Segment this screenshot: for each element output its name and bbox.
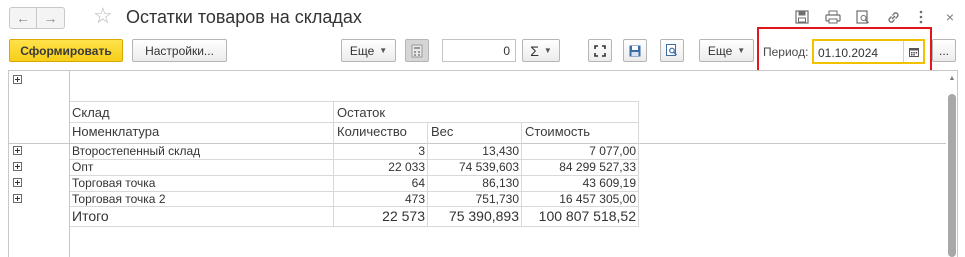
row-cost: 7 077,00 — [589, 144, 636, 158]
calendar-icon — [908, 47, 919, 57]
scroll-up-icon[interactable]: ▲ — [946, 72, 958, 84]
row-name: Второстепенный склад — [72, 144, 201, 158]
forward-button[interactable]: → — [37, 7, 65, 29]
header-qty: Количество — [337, 124, 407, 139]
caret-down-icon: ▼ — [737, 46, 746, 55]
row-name: Торговая точка 2 — [72, 192, 166, 206]
row-cost: 84 299 527,33 — [559, 160, 636, 174]
close-icon[interactable]: × — [943, 8, 957, 26]
settings-button[interactable]: Настройки... — [132, 39, 227, 62]
more-label: Еще — [707, 43, 733, 58]
grid-line — [70, 122, 639, 123]
report-area: Склад Остаток Номенклатура Количество Ве… — [8, 70, 958, 257]
row-qty: 22 033 — [388, 160, 425, 174]
header-weight: Вес — [431, 124, 454, 139]
calendar-button[interactable] — [903, 41, 923, 62]
arrow-right-icon: → — [43, 10, 58, 26]
row-weight: 74 539,603 — [458, 160, 519, 174]
header-item: Номенклатура — [72, 124, 160, 139]
sum-button[interactable]: Σ ▼ — [522, 39, 560, 62]
total-label: Итого — [72, 208, 109, 224]
amount-field[interactable]: 0 — [442, 39, 516, 62]
header-warehouse: Склад — [72, 105, 110, 120]
period-label: Период: — [763, 45, 809, 59]
header-balance: Остаток — [337, 105, 386, 120]
row-expand-icon[interactable] — [13, 178, 22, 187]
print-icon[interactable] — [823, 8, 843, 26]
sigma-icon: Σ — [530, 42, 539, 59]
more-button-2[interactable]: Еще ▼ — [699, 39, 754, 62]
link-icon[interactable] — [884, 8, 902, 26]
row-expand-icon[interactable] — [13, 146, 22, 155]
row-weight: 751,730 — [475, 192, 519, 206]
period-date-field[interactable]: 01.10.2024 — [812, 39, 925, 64]
grid-line — [70, 206, 639, 207]
arrow-left-icon: ← — [16, 10, 30, 26]
expand-icon — [594, 44, 606, 57]
generate-button[interactable]: Сформировать — [9, 39, 123, 62]
print-preview-icon — [666, 44, 678, 56]
grid-line — [427, 122, 428, 226]
grid-line — [70, 101, 639, 102]
grid-line — [521, 122, 522, 226]
preview-icon[interactable] — [854, 8, 872, 26]
calculator-icon — [411, 44, 423, 57]
row-cost: 16 457 305,00 — [559, 192, 636, 206]
save-report-button[interactable] — [623, 39, 647, 62]
row-qty: 473 — [404, 192, 425, 206]
row-weight: 86,130 — [482, 176, 519, 190]
more-label: Еще — [349, 43, 375, 58]
caret-down-icon: ▼ — [379, 46, 388, 55]
calculator-button — [405, 39, 429, 62]
header-cost: Стоимость — [525, 124, 591, 139]
fullscreen-button[interactable] — [588, 39, 612, 62]
row-cost: 43 609,19 — [582, 176, 636, 190]
more-button-1[interactable]: Еще ▼ — [341, 39, 396, 62]
page-title: Остатки товаров на складах — [126, 7, 362, 27]
scrollbar-thumb[interactable] — [948, 94, 956, 257]
caret-down-icon: ▼ — [543, 46, 552, 55]
more-vertical-icon[interactable] — [916, 8, 926, 26]
grid-line — [638, 101, 639, 226]
save-icon[interactable] — [793, 8, 811, 26]
total-weight: 75 390,893 — [448, 208, 519, 224]
star-icon[interactable]: ☆ — [93, 4, 113, 28]
row-name: Торговая точка — [72, 176, 156, 190]
expand-all-icon[interactable] — [13, 75, 22, 84]
floppy-icon — [629, 45, 641, 56]
row-weight: 13,430 — [482, 144, 519, 158]
back-button[interactable]: ← — [9, 7, 37, 29]
grid-line — [70, 226, 639, 227]
grid-line — [333, 101, 334, 226]
row-expand-icon[interactable] — [13, 162, 22, 171]
gutter-divider — [69, 71, 70, 257]
row-name: Опт — [72, 160, 94, 174]
period-value: 01.10.2024 — [818, 46, 879, 60]
row-expand-icon[interactable] — [13, 194, 22, 203]
row-qty: 3 — [418, 144, 425, 158]
ellipsis-button[interactable]: ... — [932, 39, 956, 62]
row-qty: 64 — [411, 176, 425, 190]
total-cost: 100 807 518,52 — [538, 208, 636, 224]
total-qty: 22 573 — [382, 208, 425, 224]
print-preview-button[interactable] — [660, 39, 684, 62]
